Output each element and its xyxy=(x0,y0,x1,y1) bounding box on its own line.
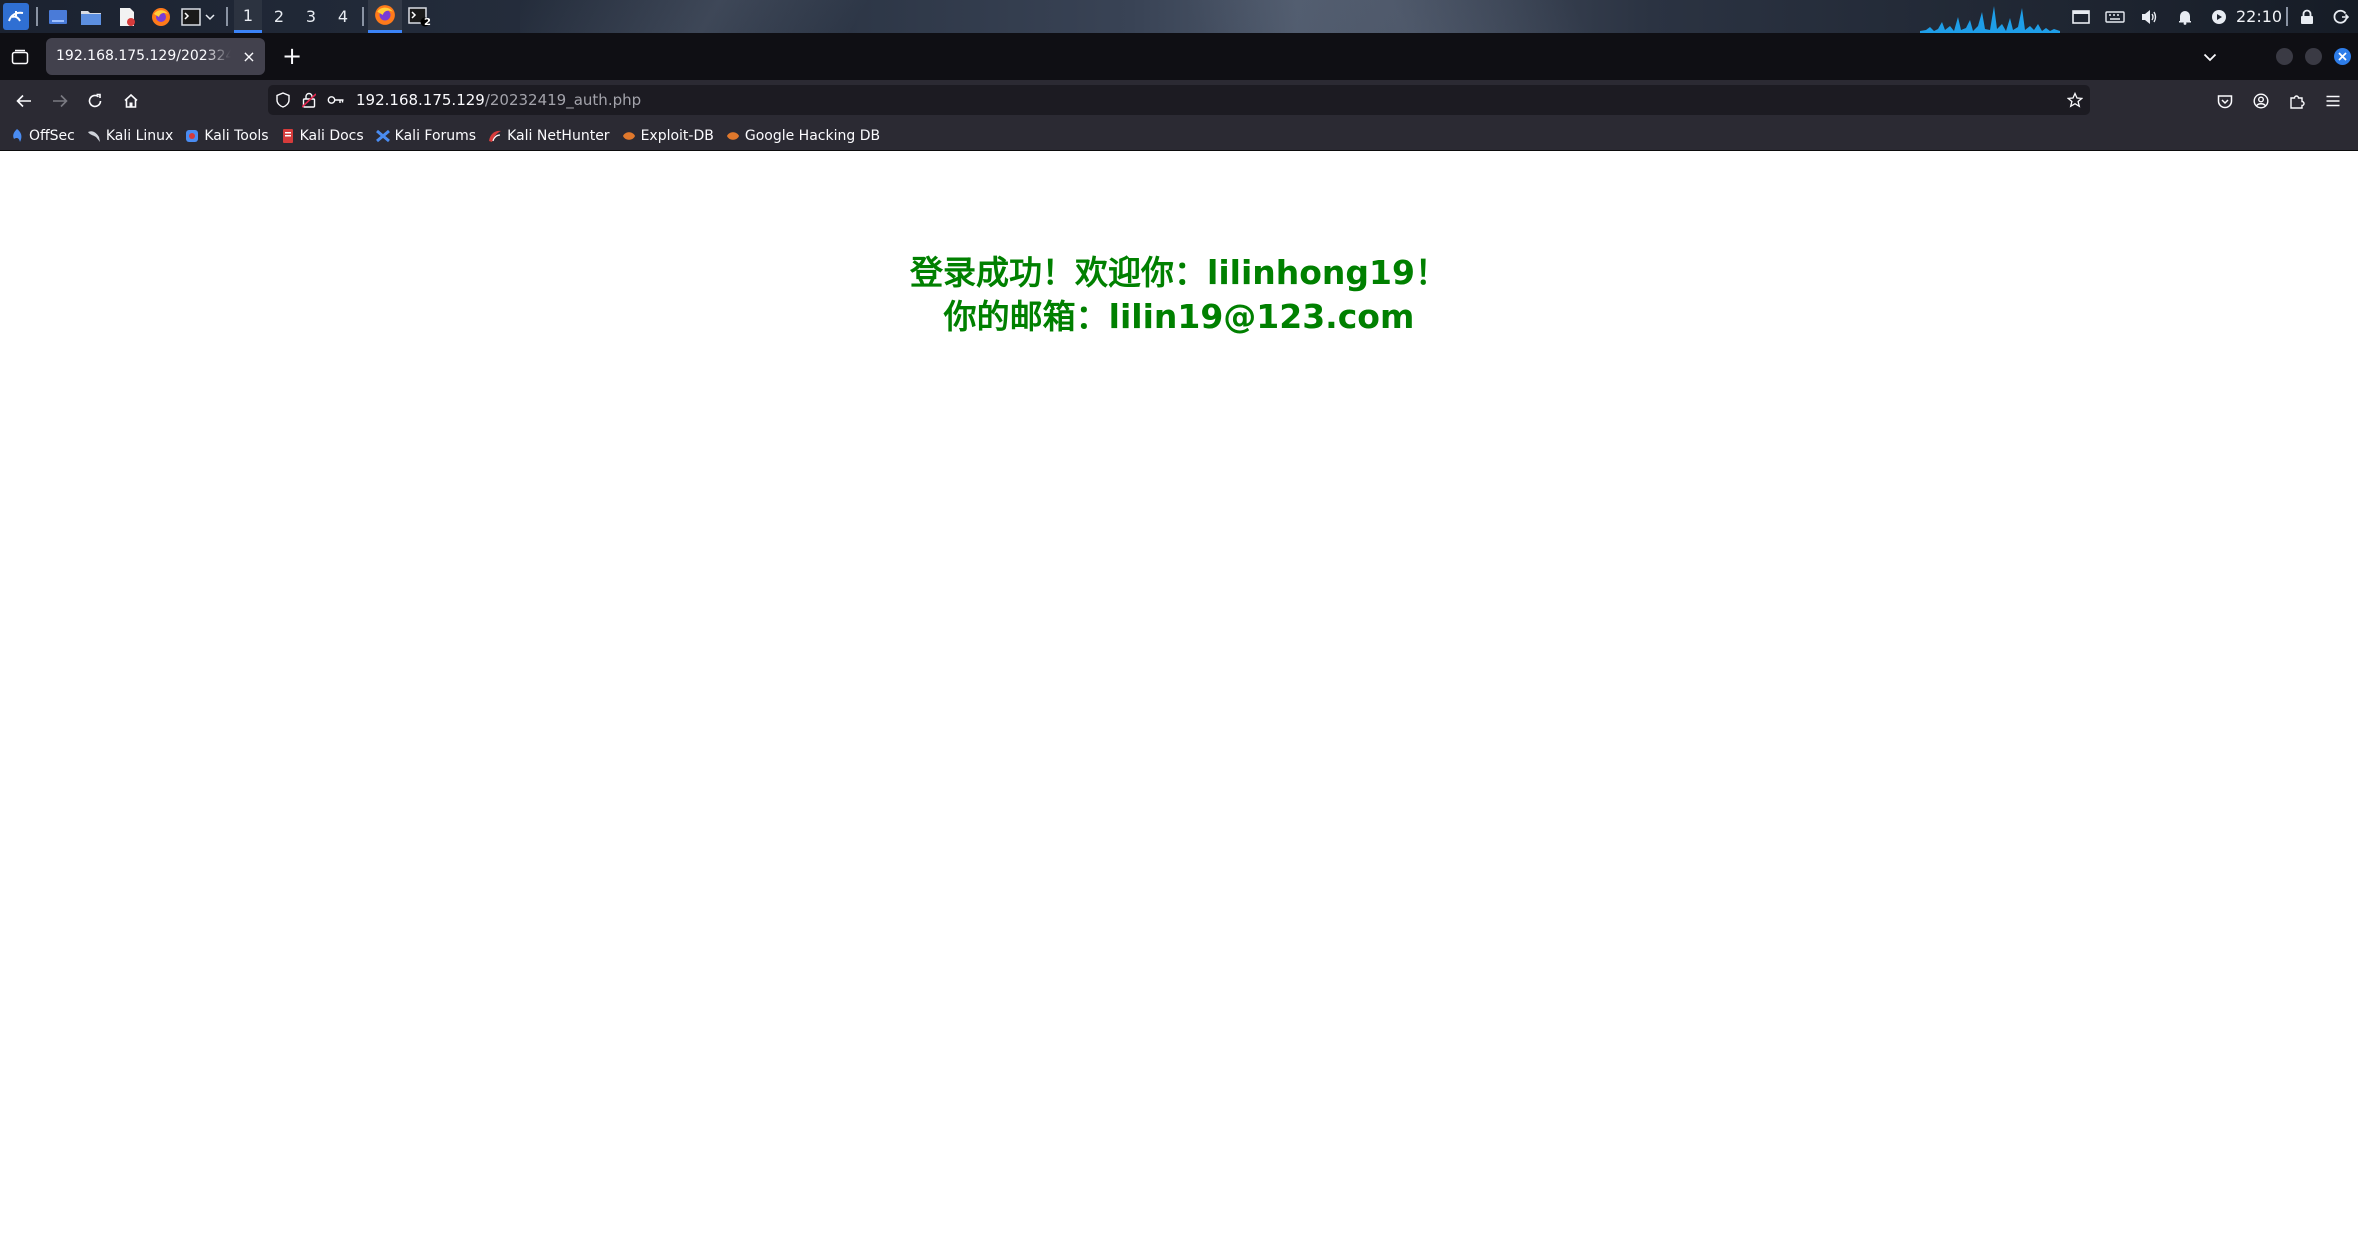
hamburger-icon xyxy=(2326,95,2340,107)
workspace-4[interactable]: 4 xyxy=(329,0,357,33)
workspace-3[interactable]: 3 xyxy=(297,0,325,33)
bookmark-label: Kali Linux xyxy=(105,127,174,144)
bell-icon[interactable] xyxy=(2174,6,2196,27)
puzzle-icon xyxy=(2290,95,2305,109)
nethunter-icon xyxy=(488,129,502,143)
bookmark-kali-linux[interactable]: Kali Linux xyxy=(87,122,173,150)
bookmark-google-hacking-db[interactable]: Google Hacking DB xyxy=(726,122,880,150)
bookmark-label: Kali Forums xyxy=(394,127,477,144)
desktop-icon[interactable] xyxy=(47,6,69,27)
tab-list-icon[interactable] xyxy=(8,45,32,69)
bookmark-offsec[interactable]: OffSec xyxy=(10,122,75,150)
workspace-2[interactable]: 2 xyxy=(265,0,293,33)
navigation-bar: 192.168.175.129/20232419_auth.php xyxy=(0,80,2358,121)
exploit-db-icon xyxy=(622,129,636,143)
maximize-button[interactable] xyxy=(2305,48,2322,65)
bookmark-kali-nethunter[interactable]: Kali NetHunter xyxy=(488,122,610,150)
bookmark-label: Kali NetHunter xyxy=(507,127,610,144)
reload-button[interactable] xyxy=(81,87,109,115)
star-icon[interactable] xyxy=(2065,90,2085,110)
forward-button[interactable] xyxy=(46,87,74,115)
key-icon[interactable] xyxy=(326,90,346,110)
home-button[interactable] xyxy=(117,87,145,115)
url-path: /20232419_auth.php xyxy=(484,91,642,109)
chevron-down-icon[interactable] xyxy=(203,6,217,27)
email-message: 你的邮箱：lilin19@123.com xyxy=(943,297,1415,336)
new-tab-button[interactable]: + xyxy=(278,43,306,71)
panel-separator xyxy=(362,7,364,26)
taskbar-terminal[interactable]: 2 xyxy=(402,0,436,33)
workspace-1[interactable]: 1 xyxy=(234,0,262,33)
power-icon[interactable] xyxy=(2208,6,2230,27)
page-content: 登录成功！欢迎你：lilinhong19！ 你的邮箱：lilin19@123.c… xyxy=(0,151,2358,1260)
menu-button[interactable] xyxy=(2319,87,2347,115)
kali-docs-icon xyxy=(281,128,295,143)
window-icon[interactable] xyxy=(2070,6,2092,27)
taskbar-firefox[interactable] xyxy=(368,0,402,33)
welcome-message: 登录成功！欢迎你：lilinhong19！ xyxy=(910,253,1448,292)
text-editor-icon[interactable] xyxy=(116,6,138,27)
pocket-button[interactable] xyxy=(2211,87,2239,115)
volume-icon[interactable] xyxy=(2138,6,2160,27)
cpu-graph xyxy=(1920,6,2060,33)
kali-forums-icon xyxy=(375,129,390,143)
url-text[interactable]: 192.168.175.129/20232419_auth.php xyxy=(356,85,641,115)
back-button[interactable] xyxy=(10,87,38,115)
kali-menu-icon[interactable] xyxy=(3,3,29,30)
bookmark-label: Kali Tools xyxy=(204,127,269,144)
bookmark-label: Kali Docs xyxy=(299,127,364,144)
logout-icon[interactable] xyxy=(2330,6,2352,27)
close-icon[interactable]: × xyxy=(239,47,259,67)
shield-icon[interactable] xyxy=(273,90,293,110)
keyboard-icon[interactable] xyxy=(2104,6,2126,27)
system-panel: 1 2 3 4 2 22:10 xyxy=(0,0,2358,33)
window-close-button[interactable] xyxy=(2334,48,2351,65)
tab-bar: 192.168.175.129/20232419_auth.php × + xyxy=(0,33,2358,80)
close-icon xyxy=(2338,52,2347,61)
panel-separator xyxy=(226,7,228,26)
firefox-icon xyxy=(375,5,395,25)
home-icon xyxy=(124,93,138,108)
login-result: 登录成功！欢迎你：lilinhong19！ 你的邮箱：lilin19@123.c… xyxy=(0,251,2358,339)
tab-title: 192.168.175.129/20232419_auth.php xyxy=(56,48,231,64)
terminal-badge: 2 xyxy=(424,17,431,28)
url-host: 192.168.175.129 xyxy=(356,91,485,109)
account-button[interactable] xyxy=(2247,87,2275,115)
terminal-icon[interactable] xyxy=(180,6,202,27)
arrow-left-icon xyxy=(16,94,31,108)
account-icon xyxy=(2253,93,2269,109)
offsec-icon xyxy=(10,128,24,143)
chevron-down-icon[interactable] xyxy=(2198,45,2222,69)
insecure-lock-icon[interactable] xyxy=(299,90,319,110)
reload-icon xyxy=(88,93,102,108)
bookmark-kali-docs[interactable]: Kali Docs xyxy=(281,122,364,150)
file-manager-icon[interactable] xyxy=(80,6,102,27)
ghdb-icon xyxy=(726,129,740,143)
url-bar[interactable]: 192.168.175.129/20232419_auth.php xyxy=(268,85,2090,115)
clock[interactable]: 22:10 xyxy=(2236,0,2282,33)
bookmark-label: Exploit-DB xyxy=(640,127,714,144)
firefox-icon[interactable] xyxy=(150,6,172,27)
arrow-right-icon xyxy=(53,94,68,108)
bookmark-exploit-db[interactable]: Exploit-DB xyxy=(622,122,714,150)
bookmark-kali-forums[interactable]: Kali Forums xyxy=(375,122,477,150)
panel-separator xyxy=(2286,7,2288,26)
minimize-button[interactable] xyxy=(2276,48,2293,65)
extensions-button[interactable] xyxy=(2283,87,2311,115)
browser-tab[interactable]: 192.168.175.129/20232419_auth.php × xyxy=(46,38,265,75)
pocket-icon xyxy=(2217,94,2233,108)
bookmarks-toolbar: OffSec Kali Linux Kali Tools Kali Docs K… xyxy=(0,121,2358,151)
lock-icon[interactable] xyxy=(2296,6,2318,27)
bookmark-label: OffSec xyxy=(29,127,75,144)
bookmark-kali-tools[interactable]: Kali Tools xyxy=(185,122,269,150)
panel-separator xyxy=(36,7,38,26)
bookmark-label: Google Hacking DB xyxy=(744,127,881,144)
kali-tools-icon xyxy=(185,129,199,143)
kali-dragon-icon xyxy=(87,129,101,143)
